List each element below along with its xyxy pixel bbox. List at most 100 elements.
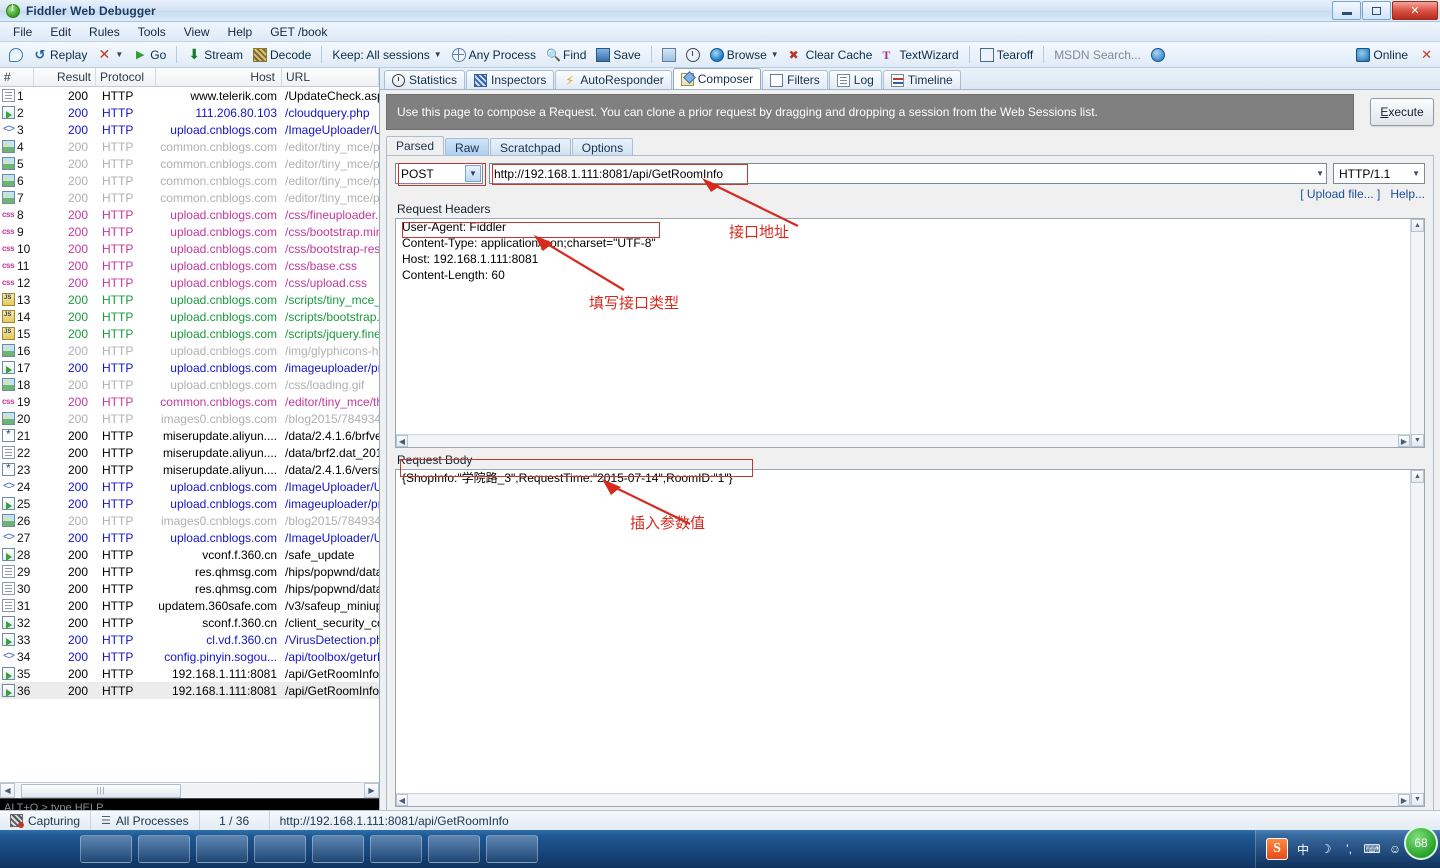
headers-horizontal-scrollbar[interactable]: ◀ ▶ xyxy=(396,434,1410,447)
menu-file[interactable]: File xyxy=(4,23,41,41)
taskbar-item[interactable] xyxy=(428,835,480,863)
table-row[interactable]: 36 200 HTTP 192.168.1.111:8081/api/GetRoomI… xyxy=(0,682,379,699)
table-row[interactable]: 26 200 HTTP images0.cnblogs.com/blog2015/78… xyxy=(0,512,379,529)
table-row[interactable]: 28 200 HTTP vconf.f.360.cn/safe_update xyxy=(0,546,379,563)
http-method-select[interactable]: POST ▼ xyxy=(395,163,483,184)
table-row[interactable]: 23 200 HTTP miserupdate.aliyun.... /data/2.4… xyxy=(0,461,379,478)
maximize-button[interactable] xyxy=(1362,1,1391,20)
taskbar-item[interactable] xyxy=(312,835,364,863)
table-row[interactable]: 32 200 HTTP sconf.f.360.cn/client_security_… xyxy=(0,614,379,631)
any-process-button[interactable]: Any Process xyxy=(447,46,541,64)
help-link[interactable]: Help... xyxy=(1390,187,1425,201)
headers-scroll-left-icon[interactable]: ◀ xyxy=(396,435,408,447)
menu-rules[interactable]: Rules xyxy=(80,23,129,41)
tab-timeline[interactable]: Timeline xyxy=(882,70,961,89)
tearoff-button[interactable]: Tearoff xyxy=(975,46,1038,64)
replay-button[interactable]: ↺ Replay xyxy=(28,46,92,64)
method-chevron-down-icon[interactable]: ▼ xyxy=(465,165,481,182)
timer-button[interactable] xyxy=(681,46,705,64)
request-body-editor[interactable]: {ShopInfo:"学院路_3",RequestTime:"2015-07-1… xyxy=(395,469,1425,807)
ime-keyboard-icon[interactable]: ⌨ xyxy=(1363,841,1380,857)
ime-user-icon[interactable]: ☺ xyxy=(1387,841,1403,857)
decode-button[interactable]: Decode xyxy=(248,46,316,64)
body-vertical-scrollbar[interactable]: ▲ ▼ xyxy=(1410,470,1424,806)
table-row[interactable]: 2 200 HTTP 111.206.80.103/cloudquery.php xyxy=(0,104,379,121)
taskbar-item[interactable] xyxy=(370,835,422,863)
scroll-right-arrow-icon[interactable]: ▶ xyxy=(364,783,379,798)
sessions-horizontal-scrollbar[interactable]: ◀ ||| ▶ xyxy=(0,782,379,798)
subtab-parsed[interactable]: Parsed xyxy=(386,136,445,156)
body-horizontal-scrollbar[interactable]: ◀ ▶ xyxy=(396,793,1410,806)
sessions-list[interactable]: 1 200 HTTP www.telerik.com/UpdateCheck.aspx… xyxy=(0,87,379,782)
request-headers-editor[interactable]: User-Agent: Fiddler Content-Type: applic… xyxy=(395,218,1425,448)
ime-punctuation-icon[interactable]: ’, xyxy=(1341,841,1357,857)
table-row[interactable]: css 9 200 HTTP upload.cnblogs.com/css/bootst… xyxy=(0,223,379,240)
keep-sessions-dropdown[interactable]: Keep: All sessions ▼ xyxy=(327,46,446,64)
browse-button[interactable]: Browse ▼ xyxy=(705,46,784,64)
body-scroll-left-icon[interactable]: ◀ xyxy=(396,794,408,806)
table-row[interactable]: 29 200 HTTP res.qhmsg.com/hips/popwnd/data-… xyxy=(0,563,379,580)
table-row[interactable]: 1 200 HTTP www.telerik.com/UpdateCheck.aspx… xyxy=(0,87,379,104)
execute-button[interactable]: Execute xyxy=(1370,98,1434,126)
status-process-filter[interactable]: ☰ All Processes xyxy=(91,810,200,831)
msdn-search-input[interactable]: MSDN Search... xyxy=(1049,46,1146,64)
taskbar-item[interactable] xyxy=(254,835,306,863)
menu-help[interactable]: Help xyxy=(219,23,262,41)
tab-log[interactable]: Log xyxy=(828,70,882,89)
table-row[interactable]: css 19 200 HTTP common.cnblogs.com/editor/ti… xyxy=(0,393,379,410)
table-row[interactable]: css 8 200 HTTP upload.cnblogs.com/css/fineup… xyxy=(0,206,379,223)
table-row[interactable]: 14 200 HTTP upload.cnblogs.com/scripts/boot… xyxy=(0,308,379,325)
table-row[interactable]: 13 200 HTTP upload.cnblogs.com/scripts/tiny… xyxy=(0,291,379,308)
table-row[interactable]: css 12 200 HTTP upload.cnblogs.com/css/uploa… xyxy=(0,274,379,291)
subtab-options[interactable]: Options xyxy=(571,138,634,156)
menu-get-book[interactable]: GET /book xyxy=(261,23,336,41)
column-header-host[interactable]: Host xyxy=(156,68,282,86)
headers-scroll-right-icon[interactable]: ▶ xyxy=(1398,435,1410,447)
table-row[interactable]: 31 200 HTTP updatem.360safe.com/v3/safeup_m… xyxy=(0,597,379,614)
sogou-ime-icon[interactable]: S xyxy=(1266,838,1288,860)
menu-view[interactable]: View xyxy=(175,23,219,41)
find-button[interactable]: 🔍 Find xyxy=(541,46,591,64)
help-button[interactable] xyxy=(1146,46,1170,64)
table-row[interactable]: 21 200 HTTP miserupdate.aliyun.... /data/2.4… xyxy=(0,427,379,444)
table-row[interactable]: 4 200 HTTP common.cnblogs.com/editor/tiny_m… xyxy=(0,138,379,155)
table-row[interactable]: 6 200 HTTP common.cnblogs.com/editor/tiny_m… xyxy=(0,172,379,189)
scroll-track[interactable]: ||| xyxy=(15,783,364,798)
headers-scroll-up-icon[interactable]: ▲ xyxy=(1411,219,1424,232)
tab-inspectors[interactable]: Inspectors xyxy=(466,70,555,89)
upload-file-link[interactable]: [ Upload file... ] xyxy=(1300,187,1380,201)
column-header-result[interactable]: Result xyxy=(34,68,96,86)
taskbar-item[interactable] xyxy=(80,835,132,863)
body-scroll-up-icon[interactable]: ▲ xyxy=(1411,470,1424,483)
table-row[interactable]: <> 34 200 HTTP config.pinyin.sogou... /api/to… xyxy=(0,648,379,665)
body-scroll-down-icon[interactable]: ▼ xyxy=(1411,793,1424,806)
column-header-number[interactable]: # xyxy=(0,68,34,86)
tab-composer[interactable]: Composer xyxy=(672,68,762,89)
go-button[interactable]: ▶ Go xyxy=(128,46,171,64)
close-button[interactable]: ✕ xyxy=(1392,1,1438,20)
table-row[interactable]: 5 200 HTTP common.cnblogs.com/editor/tiny_m… xyxy=(0,155,379,172)
toolbar-close-icon[interactable]: ✕ xyxy=(1421,47,1432,63)
table-row[interactable]: 30 200 HTTP res.qhmsg.com/hips/popwnd/data-… xyxy=(0,580,379,597)
tab-autoresponder[interactable]: ⚡ AutoResponder xyxy=(555,70,672,89)
textwizard-button[interactable]: T TextWizard xyxy=(877,46,963,64)
ime-language-icon[interactable]: 中 xyxy=(1295,841,1311,857)
column-header-protocol[interactable]: Protocol xyxy=(96,68,156,86)
ime-moon-icon[interactable]: ☽ xyxy=(1318,841,1334,857)
tray-score-badge[interactable]: 68 xyxy=(1404,826,1438,860)
table-row[interactable]: 33 200 HTTP cl.vd.f.360.cn/VirusDetection.p… xyxy=(0,631,379,648)
table-row[interactable]: <> 24 200 HTTP upload.cnblogs.com/ImageUploa… xyxy=(0,478,379,495)
taskbar-item[interactable] xyxy=(486,835,538,863)
subtab-raw[interactable]: Raw xyxy=(445,138,490,156)
request-url-input[interactable]: http://192.168.1.111:8081/api/GetRoomInf… xyxy=(489,163,1327,184)
table-row[interactable]: 7 200 HTTP common.cnblogs.com/editor/tiny_m… xyxy=(0,189,379,206)
taskbar-item[interactable] xyxy=(138,835,190,863)
comment-button[interactable] xyxy=(4,46,28,64)
headers-vertical-scrollbar[interactable]: ▲ ▼ xyxy=(1410,219,1424,447)
table-row[interactable]: css 10 200 HTTP upload.cnblogs.com/css/boots… xyxy=(0,240,379,257)
headers-scroll-down-icon[interactable]: ▼ xyxy=(1411,434,1424,447)
screenshot-button[interactable] xyxy=(657,46,681,64)
status-capturing[interactable]: Capturing xyxy=(0,810,92,831)
table-row[interactable]: 15 200 HTTP upload.cnblogs.com/scripts/jque… xyxy=(0,325,379,342)
table-row[interactable]: 25 200 HTTP upload.cnblogs.com/imageuploade… xyxy=(0,495,379,512)
